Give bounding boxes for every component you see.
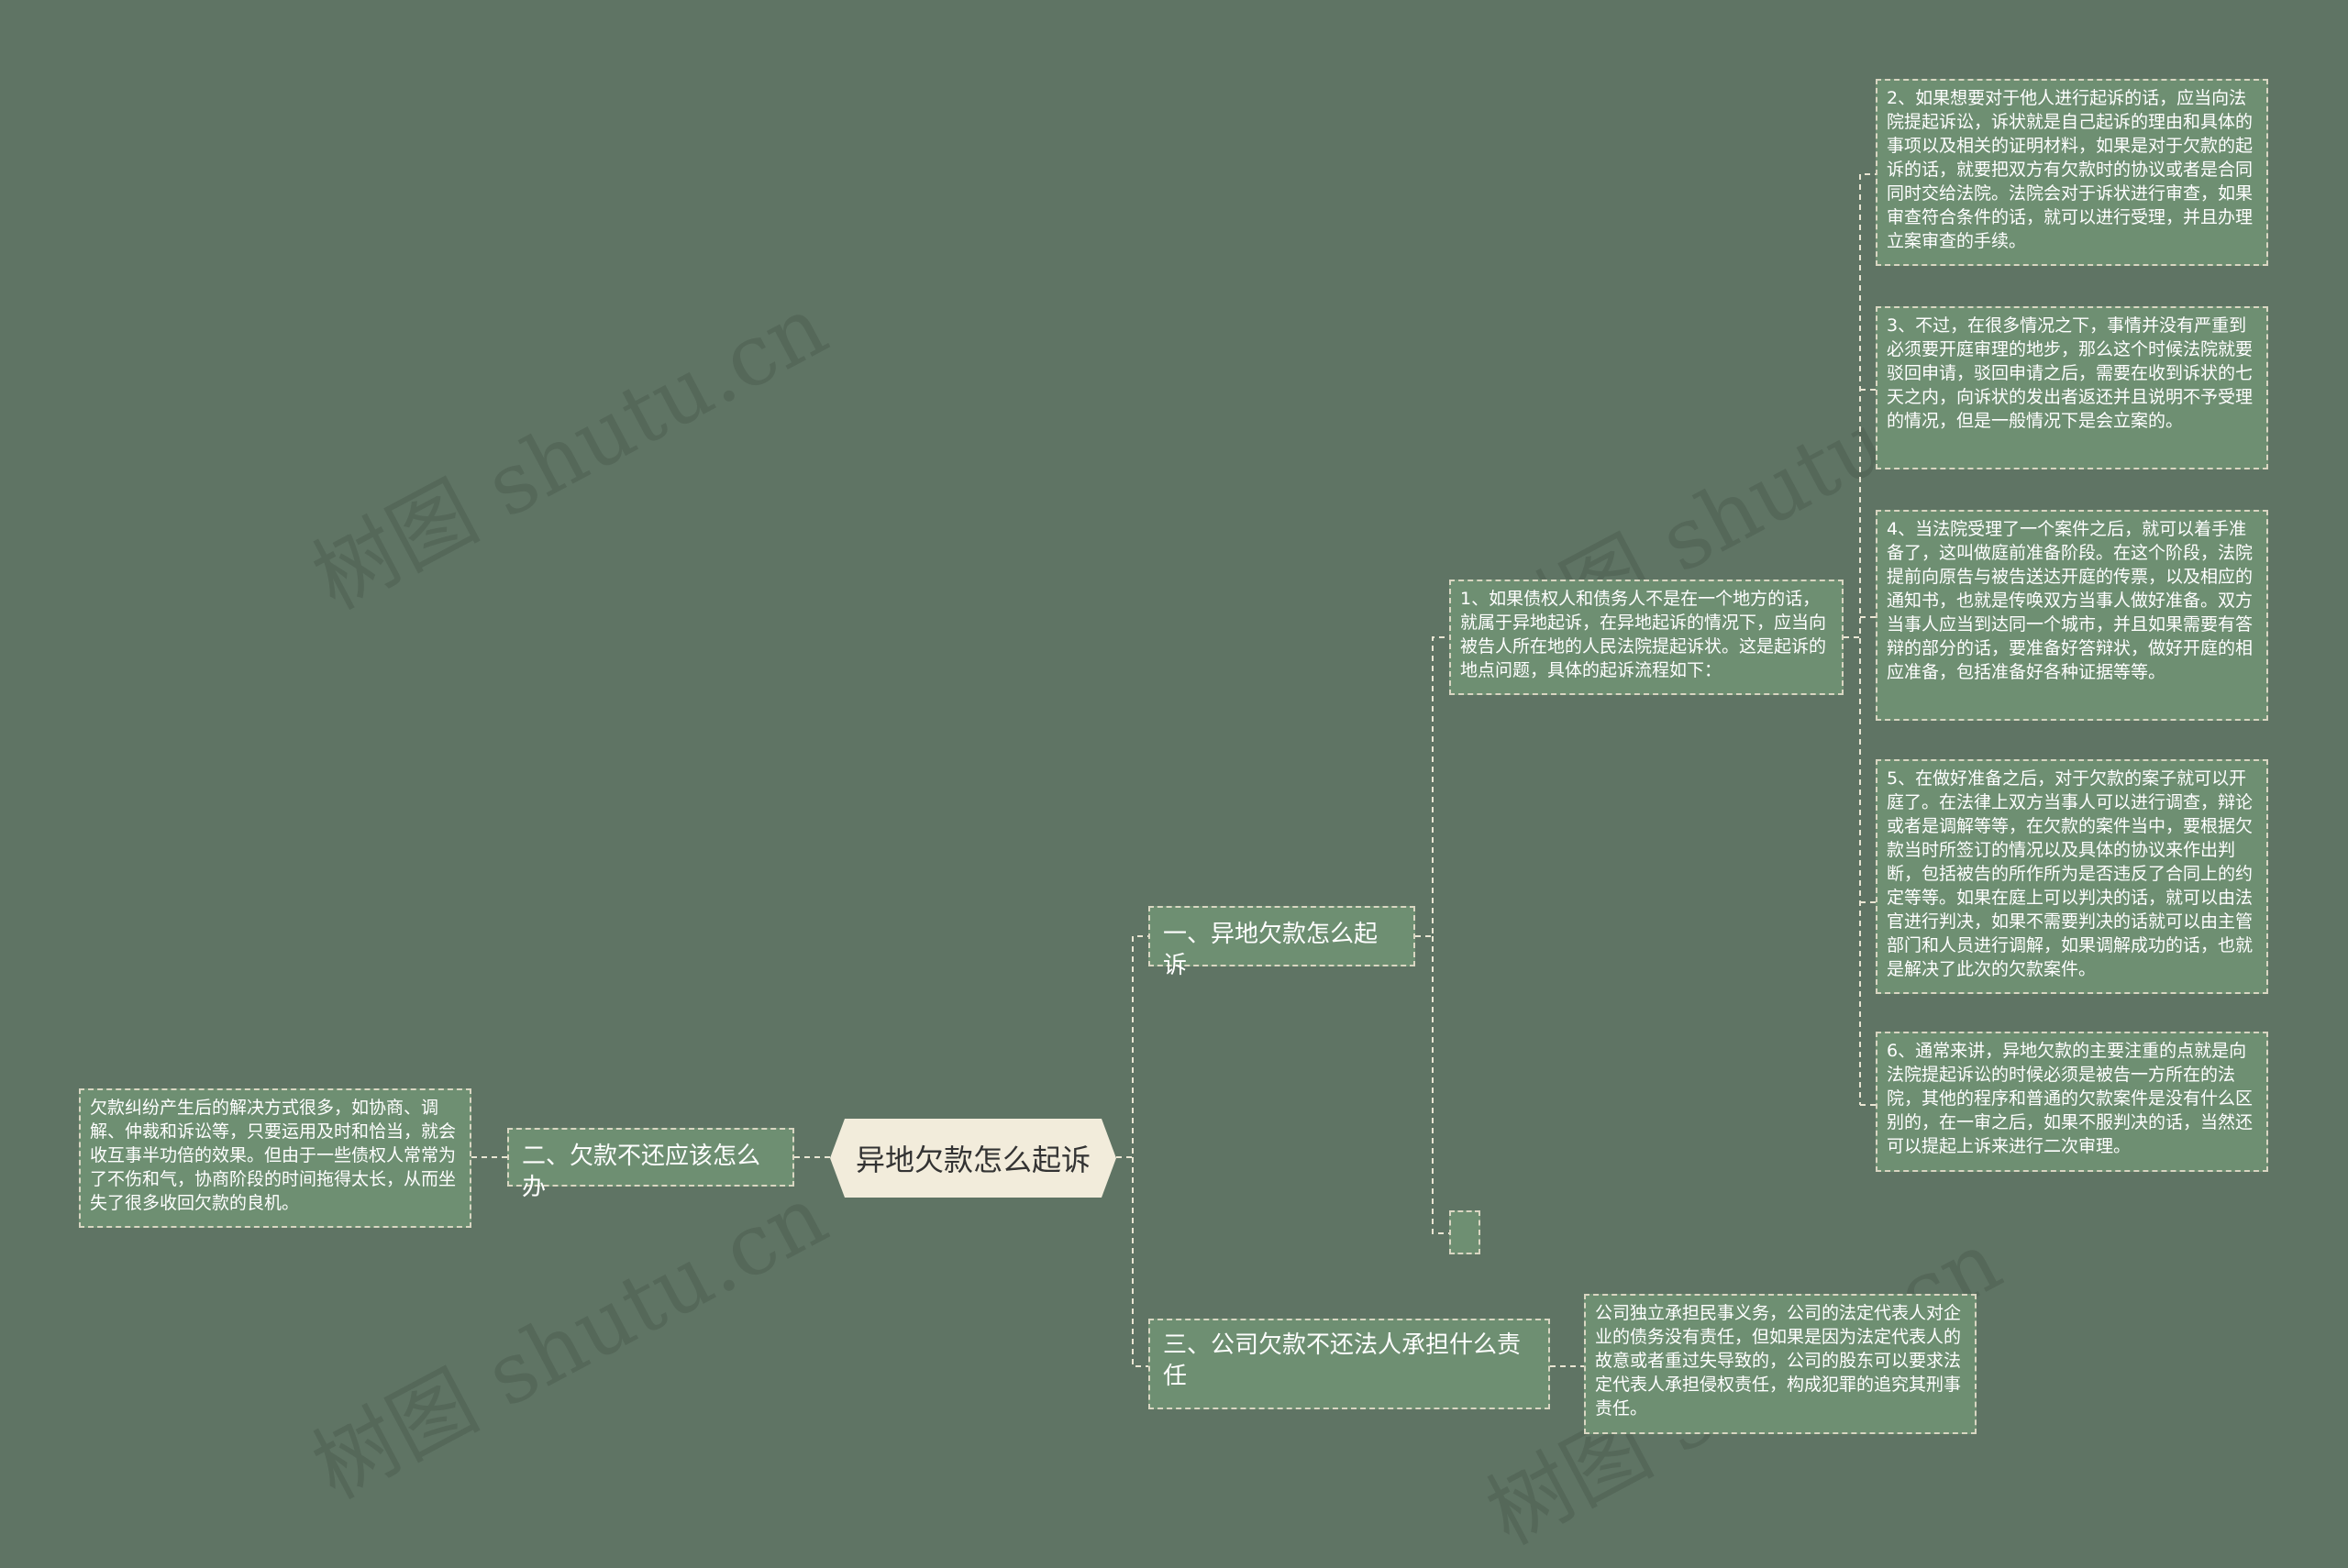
branch-2-detail[interactable]: 欠款纠纷产生后的解决方式很多，如协商、调解、仲裁和诉讼等，只要运用及时和恰当，就…: [79, 1088, 471, 1228]
step-node-1[interactable]: 1、如果债权人和债务人不是在一个地方的话，就属于异地起诉，在异地起诉的情况下，应…: [1449, 580, 1844, 695]
step-1-text: 1、如果债权人和债务人不是在一个地方的话，就属于异地起诉，在异地起诉的情况下，应…: [1460, 589, 1827, 680]
step-6-text: 6、通常来讲，异地欠款的主要注重的点就是向法院提起诉讼的时候必须是被告一方所在的…: [1887, 1041, 2254, 1156]
step-node-4[interactable]: 4、当法院受理了一个案件之后，就可以着手准备了，这叫做庭前准备阶段。在这个阶段，…: [1876, 510, 2268, 721]
branch-node-3[interactable]: 三、公司欠款不还法人承担什么责任: [1148, 1319, 1550, 1409]
branch-node-2[interactable]: 二、欠款不还应该怎么办: [507, 1128, 794, 1201]
mindmap-canvas: 树图 shutu.cn 树图 shutu.cn 树图 shutu.cn 树图 s…: [0, 0, 2348, 1563]
empty-node[interactable]: [1449, 1210, 1480, 1254]
step-4-text: 4、当法院受理了一个案件之后，就可以着手准备了，这叫做庭前准备阶段。在这个阶段，…: [1887, 519, 2254, 682]
step-node-2[interactable]: 2、如果想要对于他人进行起诉的话，应当向法院提起诉讼，诉状就是自己起诉的理由和具…: [1876, 79, 2268, 266]
branch-3-detail[interactable]: 公司独立承担民事义务，公司的法定代表人对企业的债务没有责任，但如果是因为法定代表…: [1584, 1294, 1977, 1434]
branch-node-1[interactable]: 一、异地欠款怎么起诉: [1148, 906, 1415, 979]
step-5-text: 5、在做好准备之后，对于欠款的案子就可以开庭了。在法律上双方当事人可以进行调查，…: [1887, 768, 2254, 979]
step-node-5[interactable]: 5、在做好准备之后，对于欠款的案子就可以开庭了。在法律上双方当事人可以进行调查，…: [1876, 759, 2268, 994]
root-label: 异地欠款怎么起诉: [855, 1143, 1091, 1177]
step-node-3[interactable]: 3、不过，在很多情况之下，事情并没有严重到必须要开庭审理的地步，那么这个时候法院…: [1876, 306, 2268, 469]
step-2-text: 2、如果想要对于他人进行起诉的话，应当向法院提起诉讼，诉状就是自己起诉的理由和具…: [1887, 88, 2254, 251]
step-3-text: 3、不过，在很多情况之下，事情并没有严重到必须要开庭审理的地步，那么这个时候法院…: [1887, 315, 2254, 431]
branch-3-label: 三、公司欠款不还法人承担什么责任: [1163, 1331, 1522, 1390]
branch-3-detail-text: 公司独立承担民事义务，公司的法定代表人对企业的债务没有责任，但如果是因为法定代表…: [1595, 1303, 1962, 1419]
root-node[interactable]: 异地欠款怎么起诉: [830, 1119, 1116, 1198]
step-node-6[interactable]: 6、通常来讲，异地欠款的主要注重的点就是向法院提起诉讼的时候必须是被告一方所在的…: [1876, 1032, 2268, 1172]
branch-2-detail-text: 欠款纠纷产生后的解决方式很多，如协商、调解、仲裁和诉讼等，只要运用及时和恰当，就…: [90, 1098, 457, 1213]
